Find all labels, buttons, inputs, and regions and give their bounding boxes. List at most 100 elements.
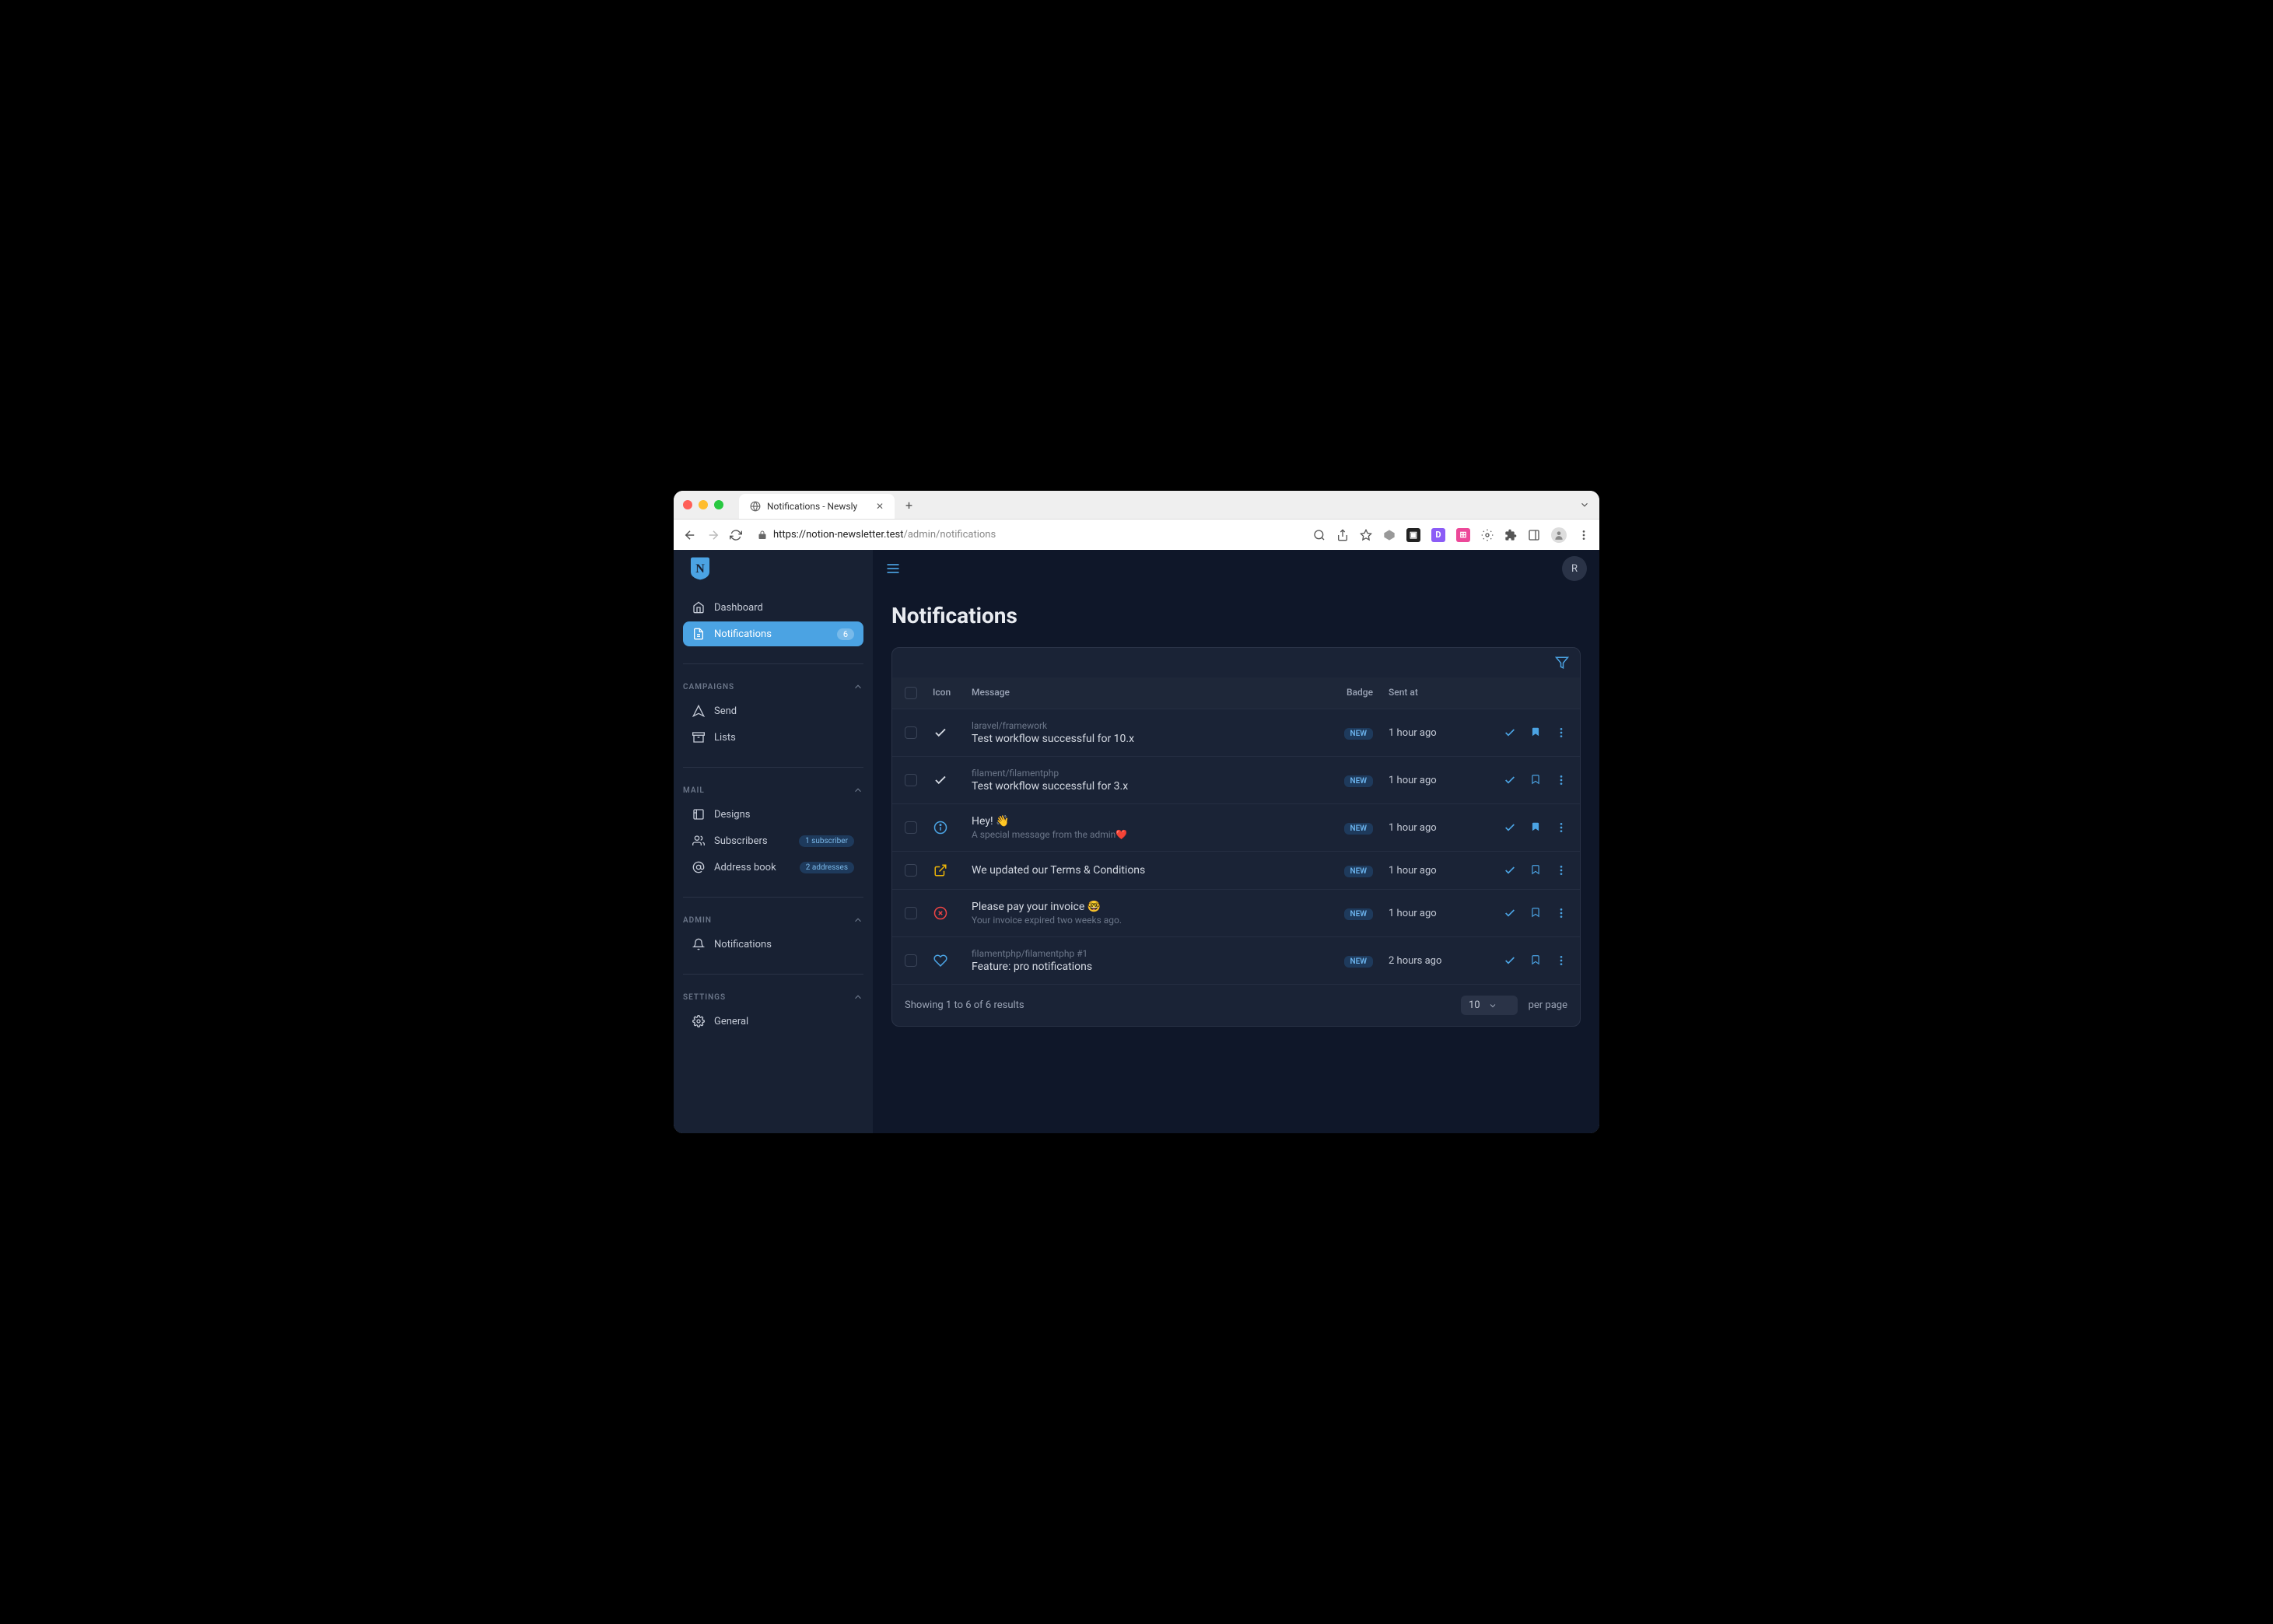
home-icon	[692, 601, 705, 614]
minimize-window-button[interactable]	[699, 500, 708, 509]
lock-icon	[758, 530, 767, 540]
sidebar: N Dashboard Notifications6 CAMPAIGNSSend L…	[674, 550, 873, 1133]
divider	[683, 897, 863, 898]
row-menu-button[interactable]	[1555, 954, 1567, 967]
row-checkbox[interactable]	[905, 726, 917, 739]
send-icon	[692, 705, 705, 717]
filter-button[interactable]	[1555, 656, 1569, 670]
page-title: Notifications	[891, 603, 1581, 628]
row-menu-button[interactable]	[1555, 821, 1567, 834]
close-window-button[interactable]	[683, 500, 692, 509]
sidebar-item-label: Designs	[714, 809, 750, 821]
mark-read-button[interactable]	[1504, 774, 1516, 786]
window-controls	[683, 500, 723, 509]
settings-icon[interactable]	[1481, 529, 1494, 541]
row-title: Feature: pro notifications	[972, 961, 1326, 973]
table-row: Hey! 👋A special message from the admin❤️…	[892, 803, 1580, 851]
mark-read-button[interactable]	[1504, 954, 1516, 967]
divider	[683, 974, 863, 975]
app: N Dashboard Notifications6 CAMPAIGNSSend L…	[674, 550, 1599, 1133]
content: Notifications Icon Message Badge	[873, 587, 1599, 1042]
row-menu-button[interactable]	[1555, 726, 1567, 739]
sidebar-item-lists[interactable]: Lists	[683, 725, 863, 750]
sidebar-item-subscribers[interactable]: Subscribers1 subscriber	[683, 828, 863, 853]
menu-toggle-button[interactable]	[885, 561, 901, 576]
top-bar: R	[873, 550, 1599, 587]
row-checkbox[interactable]	[905, 774, 917, 786]
bookmark-button[interactable]	[1530, 907, 1541, 919]
profile-avatar[interactable]	[1551, 527, 1567, 543]
row-title: We updated our Terms & Conditions	[972, 864, 1326, 877]
row-sent-at: 1 hour ago	[1389, 865, 1474, 877]
bookmark-button[interactable]	[1530, 726, 1541, 739]
sidebar-item-notifications[interactable]: Notifications	[683, 932, 863, 957]
sidebar-item-label: Notifications	[714, 628, 772, 640]
sidebar-item-label: Dashboard	[714, 602, 763, 614]
mark-read-button[interactable]	[1504, 726, 1516, 739]
at-icon	[692, 861, 705, 873]
extension-icon[interactable]: ⊞	[1456, 528, 1470, 542]
pill: 2 addresses	[800, 862, 854, 873]
row-message: filament/filamentphpTest workflow succes…	[972, 768, 1326, 793]
row-subtitle: filamentphp/filamentphp #1	[972, 948, 1326, 959]
row-checkbox[interactable]	[905, 907, 917, 919]
row-checkbox[interactable]	[905, 821, 917, 834]
mark-read-button[interactable]	[1504, 907, 1516, 919]
sidebar-item-general[interactable]: General	[683, 1009, 863, 1034]
header-icon: Icon	[933, 687, 972, 699]
row-menu-button[interactable]	[1555, 774, 1567, 786]
external-icon	[933, 863, 948, 878]
row-checkbox[interactable]	[905, 954, 917, 967]
user-avatar[interactable]: R	[1562, 556, 1587, 581]
menu-icon[interactable]	[1578, 529, 1590, 541]
row-checkbox[interactable]	[905, 864, 917, 877]
section-header-settings[interactable]: SETTINGS	[674, 982, 873, 1009]
sidebar-item-label: Lists	[714, 732, 736, 744]
address-field[interactable]: https://notion-newsletter.test/admin/not…	[751, 526, 1304, 544]
status-badge: NEW	[1344, 908, 1374, 920]
heart-icon	[933, 953, 948, 968]
browser-tab[interactable]: Notifications - Newsly ✕	[739, 494, 895, 519]
sidebar-item-dashboard[interactable]: Dashboard	[683, 595, 863, 620]
back-button[interactable]	[683, 528, 697, 542]
section-label: ADMIN	[683, 916, 712, 925]
bookmark-button[interactable]	[1530, 954, 1541, 967]
sidebar-item-address-book[interactable]: Address book2 addresses	[683, 855, 863, 880]
document-icon	[692, 628, 705, 640]
pill: 1 subscriber	[799, 835, 854, 847]
mark-read-button[interactable]	[1504, 821, 1516, 834]
bookmark-button[interactable]	[1530, 774, 1541, 786]
search-icon[interactable]	[1313, 529, 1326, 541]
reload-button[interactable]	[730, 529, 742, 541]
section-label: MAIL	[683, 786, 705, 795]
row-message: laravel/frameworkTest workflow successfu…	[972, 720, 1326, 745]
maximize-window-button[interactable]	[714, 500, 723, 509]
mark-read-button[interactable]	[1504, 864, 1516, 877]
sidepanel-icon[interactable]	[1528, 529, 1540, 541]
star-icon[interactable]	[1360, 529, 1372, 541]
section-header-admin[interactable]: ADMIN	[674, 905, 873, 932]
extension-icon[interactable]: D	[1431, 528, 1445, 542]
forward-button[interactable]	[706, 528, 720, 542]
section-header-campaigns[interactable]: CAMPAIGNS	[674, 672, 873, 698]
extensions-icon[interactable]	[1504, 529, 1517, 541]
extension-icon[interactable]: ▣	[1406, 528, 1420, 542]
row-menu-button[interactable]	[1555, 907, 1567, 919]
sidebar-item-send[interactable]: Send	[683, 698, 863, 723]
new-tab-button[interactable]: +	[901, 495, 917, 516]
chevron-up-icon	[853, 992, 863, 1003]
tab-overflow-button[interactable]	[1579, 499, 1590, 510]
sidebar-item-notifications[interactable]: Notifications6	[683, 621, 863, 646]
section-header-mail[interactable]: MAIL	[674, 775, 873, 802]
logo[interactable]: N	[674, 550, 873, 587]
bookmark-button[interactable]	[1530, 864, 1541, 877]
row-menu-button[interactable]	[1555, 864, 1567, 877]
bookmark-button[interactable]	[1530, 821, 1541, 834]
close-tab-button[interactable]: ✕	[876, 501, 884, 512]
sidebar-item-designs[interactable]: Designs	[683, 802, 863, 827]
per-page-select[interactable]: 10	[1461, 996, 1518, 1015]
row-sent-at: 1 hour ago	[1389, 727, 1474, 739]
extension-icon[interactable]	[1383, 529, 1396, 541]
share-icon[interactable]	[1336, 529, 1349, 541]
select-all-checkbox[interactable]	[905, 687, 917, 699]
